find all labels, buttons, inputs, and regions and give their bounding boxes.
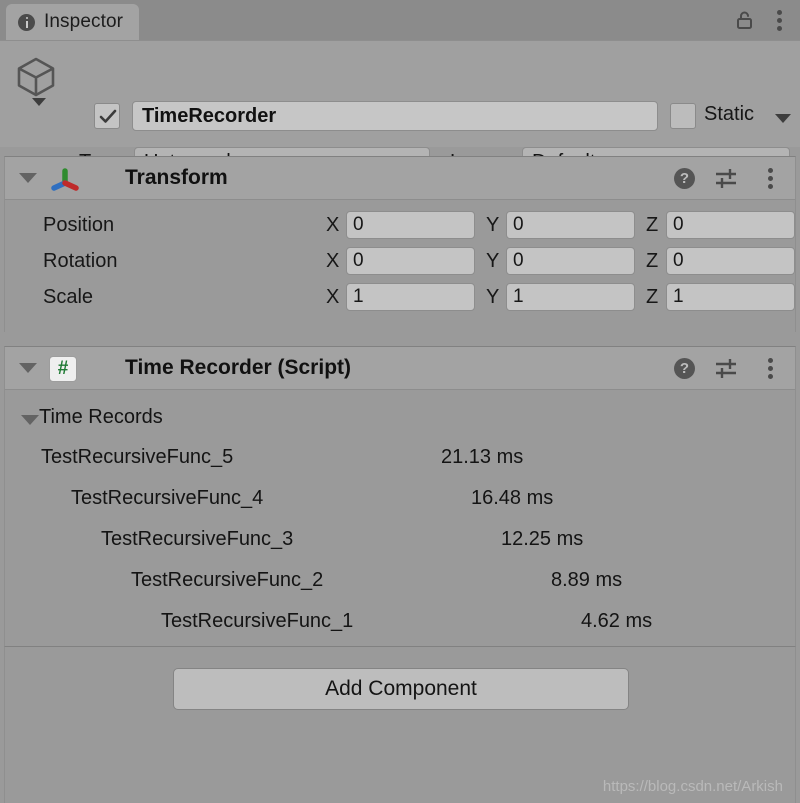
scale-z-input[interactable]: 1 — [666, 283, 795, 311]
gameobject-name-value: TimeRecorder — [142, 104, 277, 127]
rotation-y-input[interactable]: 0 — [506, 247, 635, 275]
record-name: TestRecursiveFunc_2 — [131, 569, 324, 591]
rotation-x-input[interactable]: 0 — [346, 247, 475, 275]
position-z-value: 0 — [673, 214, 684, 235]
transform-header[interactable]: Transform ? — [5, 157, 795, 200]
transform-title: Transform — [125, 166, 228, 189]
axis-label-z: Z — [646, 286, 659, 308]
static-checkbox[interactable] — [670, 103, 696, 129]
scale-x-value: 1 — [353, 286, 364, 307]
tab-bar: Inspector — [0, 0, 800, 40]
kebab-menu-icon[interactable] — [768, 358, 773, 379]
record-value: 16.48 ms — [471, 487, 554, 509]
kebab-menu-icon[interactable] — [768, 168, 773, 189]
preset-settings-icon[interactable] — [714, 358, 738, 379]
watermark: https://blog.csdn.net/Arkish — [602, 778, 783, 795]
axis-label-z: Z — [646, 250, 659, 272]
time-recorder-title: Time Recorder (Script) — [125, 356, 352, 379]
object-header: TimeRecorder Static Tag Untagged Layer D… — [0, 40, 800, 177]
add-component-label: Add Component — [325, 677, 477, 700]
row-label: Rotation — [43, 250, 118, 272]
position-z-input[interactable]: 0 — [666, 211, 795, 239]
time-records-label: Time Records — [39, 406, 163, 428]
time-records-body: Time Records TestRecursiveFunc_5 21.13 m… — [5, 390, 795, 645]
row-label: Position — [43, 214, 115, 236]
scale-x-input[interactable]: 1 — [346, 283, 475, 311]
time-records-foldout[interactable]: Time Records — [5, 402, 795, 440]
rotation-z-value: 0 — [673, 250, 684, 271]
preset-settings-icon[interactable] — [714, 168, 738, 189]
record-name: TestRecursiveFunc_4 — [71, 487, 264, 509]
kebab-menu-icon[interactable] — [777, 10, 782, 31]
csharp-script-icon: # — [49, 356, 77, 382]
scale-z-value: 1 — [673, 286, 684, 307]
axis-label-x: X — [326, 214, 340, 236]
chevron-down-icon[interactable] — [32, 98, 46, 106]
axis-label-z: Z — [646, 214, 659, 236]
add-component-button[interactable]: Add Component — [173, 668, 629, 710]
axis-label-x: X — [326, 250, 340, 272]
axis-label-y: Y — [486, 250, 500, 272]
add-component-area: Add Component https://blog.csdn.net/Arki… — [4, 646, 796, 803]
transform-gizmo-icon — [51, 168, 79, 191]
help-icon[interactable]: ? — [674, 168, 695, 189]
record-value: 12.25 ms — [501, 528, 584, 550]
transform-foldout-icon[interactable] — [19, 173, 37, 183]
record-name: TestRecursiveFunc_5 — [41, 446, 234, 468]
static-dropdown-chevron-icon[interactable] — [775, 114, 791, 123]
gameobject-name-input[interactable]: TimeRecorder — [132, 101, 658, 131]
list-item: TestRecursiveFunc_3 12.25 ms — [5, 522, 795, 563]
list-item: TestRecursiveFunc_1 4.62 ms — [5, 604, 795, 645]
list-item: TestRecursiveFunc_2 8.89 ms — [5, 563, 795, 604]
position-y-value: 0 — [513, 214, 524, 235]
transform-row-scale: Scale X 1 Y 1 Z 1 — [5, 280, 795, 316]
record-value: 8.89 ms — [551, 569, 623, 591]
position-y-input[interactable]: 0 — [506, 211, 635, 239]
gameobject-enabled-checkbox[interactable] — [94, 103, 120, 129]
position-x-input[interactable]: 0 — [346, 211, 475, 239]
rotation-x-value: 0 — [353, 250, 364, 271]
rotation-z-input[interactable]: 0 — [666, 247, 795, 275]
scale-y-input[interactable]: 1 — [506, 283, 635, 311]
inspector-window: Inspector TimeRecorder Static Tag Untagg… — [0, 0, 800, 803]
transform-body: Position X 0 Y 0 Z 0 Rotation X 0 Y 0 Z … — [5, 200, 795, 316]
cube-icon — [17, 57, 55, 97]
tab-label: Inspector — [44, 11, 124, 32]
position-x-value: 0 — [353, 214, 364, 235]
record-value: 4.62 ms — [581, 610, 653, 632]
axis-label-x: X — [326, 286, 340, 308]
row-label: Scale — [43, 286, 94, 308]
static-label: Static — [704, 103, 755, 125]
record-value: 21.13 ms — [441, 446, 524, 468]
scale-y-value: 1 — [513, 286, 524, 307]
rotation-y-value: 0 — [513, 250, 524, 271]
list-item: TestRecursiveFunc_4 16.48 ms — [5, 481, 795, 522]
chevron-down-icon — [21, 415, 39, 425]
axis-label-y: Y — [486, 286, 500, 308]
transform-row-rotation: Rotation X 0 Y 0 Z 0 — [5, 244, 795, 280]
record-name: TestRecursiveFunc_3 — [101, 528, 294, 550]
transform-component: Transform ? Position X 0 Y 0 Z 0 Rotatio… — [4, 156, 796, 332]
unlock-icon[interactable] — [737, 11, 752, 29]
transform-row-position: Position X 0 Y 0 Z 0 — [5, 208, 795, 244]
time-recorder-component: # Time Recorder (Script) ? Time Records … — [4, 346, 796, 646]
info-icon — [18, 13, 35, 31]
time-recorder-foldout-icon[interactable] — [19, 363, 37, 373]
time-recorder-header[interactable]: # Time Recorder (Script) ? — [5, 347, 795, 390]
record-name: TestRecursiveFunc_1 — [161, 610, 354, 632]
help-icon[interactable]: ? — [674, 358, 695, 379]
tab-inspector[interactable]: Inspector — [6, 4, 140, 40]
list-item: TestRecursiveFunc_5 21.13 ms — [5, 440, 795, 481]
axis-label-y: Y — [486, 214, 500, 236]
